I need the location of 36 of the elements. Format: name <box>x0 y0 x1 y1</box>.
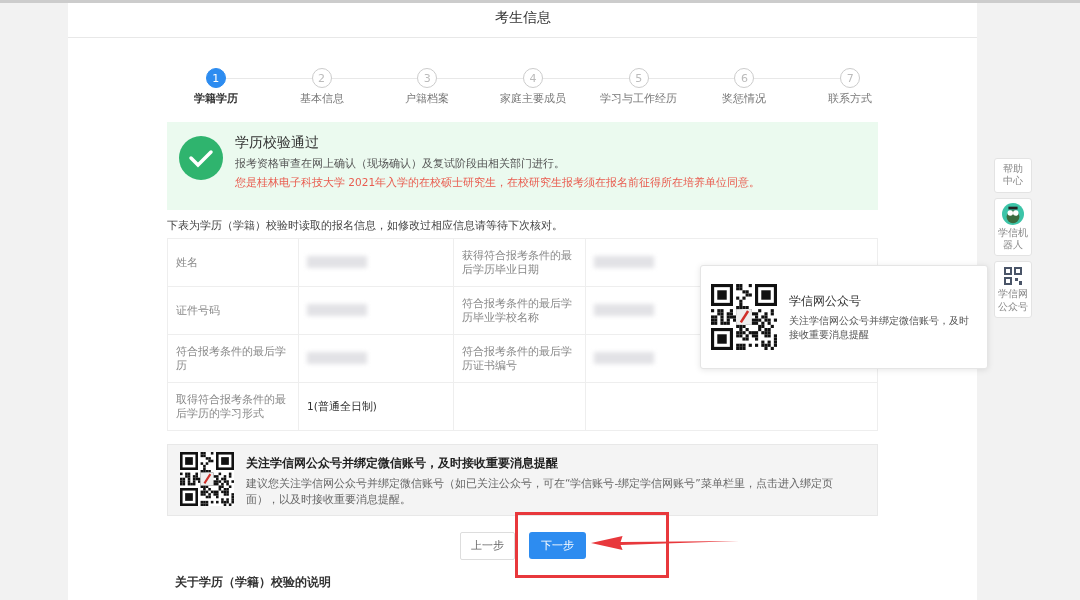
table-intro: 下表为学历（学籍）校验时读取的报名信息，如修改过相应信息请等待下次核对。 <box>167 219 564 233</box>
check-icon <box>179 136 223 180</box>
next-button[interactable]: 下一步 <box>528 531 586 559</box>
step-number[interactable]: 1 <box>205 68 226 88</box>
step-label[interactable]: 学籍学历 <box>193 91 238 106</box>
side-tool[interactable]: 学信网公众号 <box>994 261 1032 319</box>
step-label[interactable]: 基本信息 <box>299 91 344 106</box>
field-label: 证件号码 <box>176 303 220 316</box>
qr-code <box>180 452 234 506</box>
field-label: 符合报考条件的最后学历毕业学校名称 <box>462 296 572 323</box>
qr-code-icon <box>1003 266 1023 287</box>
notice-title: 关注学信网公众号并绑定微信账号，及时接收重要消息提醒 <box>246 455 559 472</box>
side-tool[interactable]: 帮助中心 <box>994 158 1032 193</box>
result-note: 报考资格审查在网上确认（现场确认）及复试阶段由相关部门进行。 <box>235 157 566 171</box>
field-value: 1(普通全日制) <box>307 399 377 412</box>
field-label: 获得符合报考条件的最后学历毕业日期 <box>462 248 572 275</box>
page-title: 考生信息 <box>68 3 977 38</box>
qr-code <box>711 284 777 350</box>
field-label: 取得符合报考条件的最后学历的学习形式 <box>176 392 286 419</box>
popup-text: 关注学信网公众号并绑定微信账号，及时接收重要消息提醒 <box>789 314 970 341</box>
section-heading: 关于学历（学籍）校验的说明 <box>175 573 332 591</box>
field-label: 符合报考条件的最后学历 <box>176 344 286 371</box>
result-warning: 您是桂林电子科技大学 2021年入学的在校硕士研究生，在校研究生报考须在报名前征得所在培养单位同意。 <box>235 176 761 190</box>
step-label[interactable]: 户籍档案 <box>405 91 450 106</box>
popup-title: 学信网公众号 <box>789 293 862 311</box>
field-label: 符合报考条件的最后学历证书编号 <box>462 344 572 371</box>
step-label[interactable]: 学习与工作经历 <box>600 91 678 106</box>
step-label[interactable]: 家庭主要成员 <box>500 91 566 106</box>
side-tool[interactable]: 学信机器人 <box>994 197 1032 257</box>
step-label[interactable]: 奖惩情况 <box>722 91 767 106</box>
step-label[interactable]: 联系方式 <box>828 91 873 106</box>
robot-avatar-icon <box>1002 202 1024 225</box>
result-title: 学历校验通过 <box>235 134 320 152</box>
field-label: 姓名 <box>176 255 198 268</box>
notice-text: 建议您关注学信网公众号并绑定微信账号（如已关注公众号，可在“学信账号-绑定学信网账号”菜单栏里，点击进入绑定页面），以及时接收重要消息提醒。 <box>246 476 834 507</box>
previous-button[interactable]: 上一步 <box>459 531 515 560</box>
